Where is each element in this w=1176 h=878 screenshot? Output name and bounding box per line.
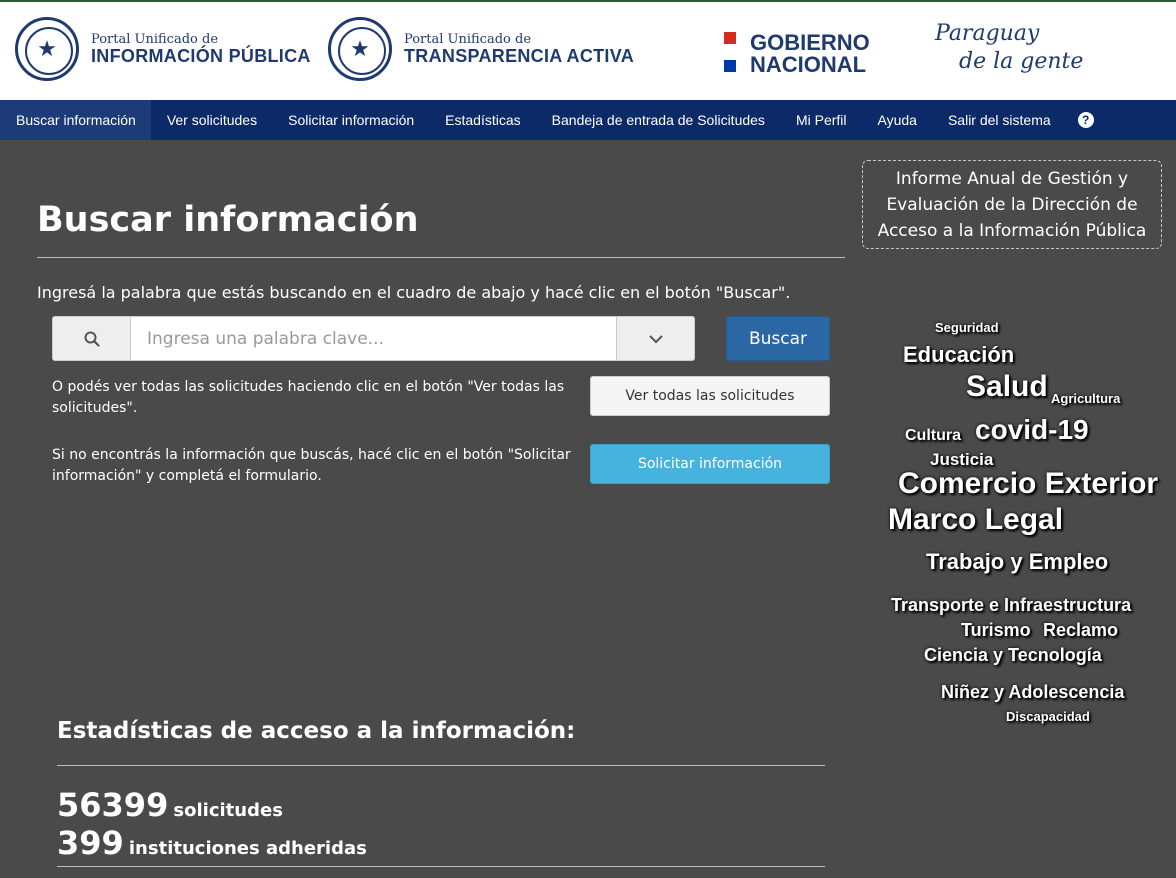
portal1-big: INFORMACIÓN PÚBLICA: [91, 46, 311, 66]
gobierno-line2: NACIONAL: [750, 52, 867, 77]
logo-transparencia-activa[interactable]: ★ Portal Unificado de TRANSPARENCIA ACTI…: [328, 17, 634, 81]
tag-salud[interactable]: Salud: [966, 370, 1048, 404]
nav-bandeja-entrada[interactable]: Bandeja de entrada de Solicitudes: [536, 100, 780, 140]
logo-informacion-publica[interactable]: ★ Portal Unificado de INFORMACIÓN PÚBLIC…: [15, 17, 311, 81]
tag-trabajo-y-empleo[interactable]: Trabajo y Empleo: [926, 549, 1108, 575]
stat-instituciones-value: 399: [57, 824, 124, 862]
page-title: Buscar información: [37, 200, 419, 240]
informe-anual-link[interactable]: Informe Anual de Gestión y Evaluación de…: [862, 160, 1162, 249]
stat-instituciones-label: instituciones adheridas: [128, 838, 367, 859]
seal-icon: ★: [328, 17, 392, 81]
portal2-small: Portal Unificado de: [404, 32, 532, 47]
stat-solicitudes: 56399 solicitudes: [57, 786, 283, 824]
tag-agricultura[interactable]: Agricultura: [1051, 391, 1120, 406]
stats-divider: [57, 765, 825, 766]
tag-ciencia-y-tecnologia[interactable]: Ciencia y Tecnología: [924, 645, 1102, 666]
stat-solicitudes-label: solicitudes: [173, 800, 283, 821]
slogan-line1: Paraguay: [935, 21, 1040, 46]
intro-text: Ingresá la palabra que estás buscando en…: [37, 283, 791, 302]
tag-discapacidad[interactable]: Discapacidad: [1006, 709, 1090, 724]
tag-educacion[interactable]: Educación: [903, 342, 1014, 368]
tag-comercio-exterior[interactable]: Comercio Exterior: [898, 467, 1158, 501]
portal2-big: TRANSPARENCIA ACTIVA: [404, 46, 634, 66]
search-icon[interactable]: [53, 317, 131, 360]
tag-covid-19[interactable]: covid-19: [975, 414, 1089, 446]
stats-bottom-divider: [57, 866, 825, 867]
nav-ayuda[interactable]: Ayuda: [862, 100, 932, 140]
nav-buscar-informacion[interactable]: Buscar información: [0, 100, 151, 140]
help-icon[interactable]: ?: [1077, 112, 1094, 128]
buscar-button[interactable]: Buscar: [726, 316, 830, 361]
stats-title: Estadísticas de acceso a la información:: [57, 718, 576, 744]
portal1-small: Portal Unificado de: [91, 32, 219, 47]
solicitar-informacion-button[interactable]: Solicitar información: [590, 444, 830, 484]
tag-turismo[interactable]: Turismo: [961, 620, 1031, 641]
tag-reclamo[interactable]: Reclamo: [1043, 620, 1118, 641]
tag-transporte-e-infraestructura[interactable]: Transporte e Infraestructura: [891, 595, 1131, 616]
nav-salir-del-sistema[interactable]: Salir del sistema: [932, 100, 1066, 140]
nav-mi-perfil[interactable]: Mi Perfil: [780, 100, 862, 140]
paraguay-de-la-gente-logo: Paraguay de la gente: [935, 20, 1083, 76]
slogan-line2: de la gente: [959, 49, 1084, 74]
nav-estadisticas[interactable]: Estadísticas: [429, 100, 535, 140]
stat-instituciones: 399 instituciones adheridas: [57, 824, 367, 862]
tag-ninez-y-adolescencia[interactable]: Niñez y Adolescencia: [941, 682, 1124, 703]
ver-todas-solicitudes-button[interactable]: Ver todas las solicitudes: [590, 376, 830, 416]
main-nav: Buscar información Ver solicitudes Solic…: [0, 100, 1176, 140]
nav-ver-solicitudes[interactable]: Ver solicitudes: [151, 100, 272, 140]
site-header: ★ Portal Unificado de INFORMACIÓN PÚBLIC…: [0, 0, 1176, 100]
tag-cultura[interactable]: Cultura: [905, 427, 961, 445]
stat-solicitudes-value: 56399: [57, 786, 169, 824]
chevron-down-icon[interactable]: [616, 317, 694, 360]
gobierno-nacional-logo: GOBIERNO NACIONAL: [724, 32, 870, 76]
gobierno-line1: GOBIERNO: [750, 30, 870, 55]
tag-marco-legal[interactable]: Marco Legal: [888, 503, 1063, 537]
flag-icon: [724, 32, 736, 72]
request-info-text: Si no encontrás la información que buscá…: [52, 447, 571, 484]
view-all-text: O podés ver todas las solicitudes hacien…: [52, 379, 565, 416]
search-input[interactable]: [131, 317, 616, 360]
nav-solicitar-informacion[interactable]: Solicitar información: [272, 100, 429, 140]
seal-icon: ★: [15, 17, 79, 81]
title-divider: [37, 257, 845, 258]
search-group: [52, 316, 695, 361]
tag-seguridad[interactable]: Seguridad: [935, 320, 999, 335]
